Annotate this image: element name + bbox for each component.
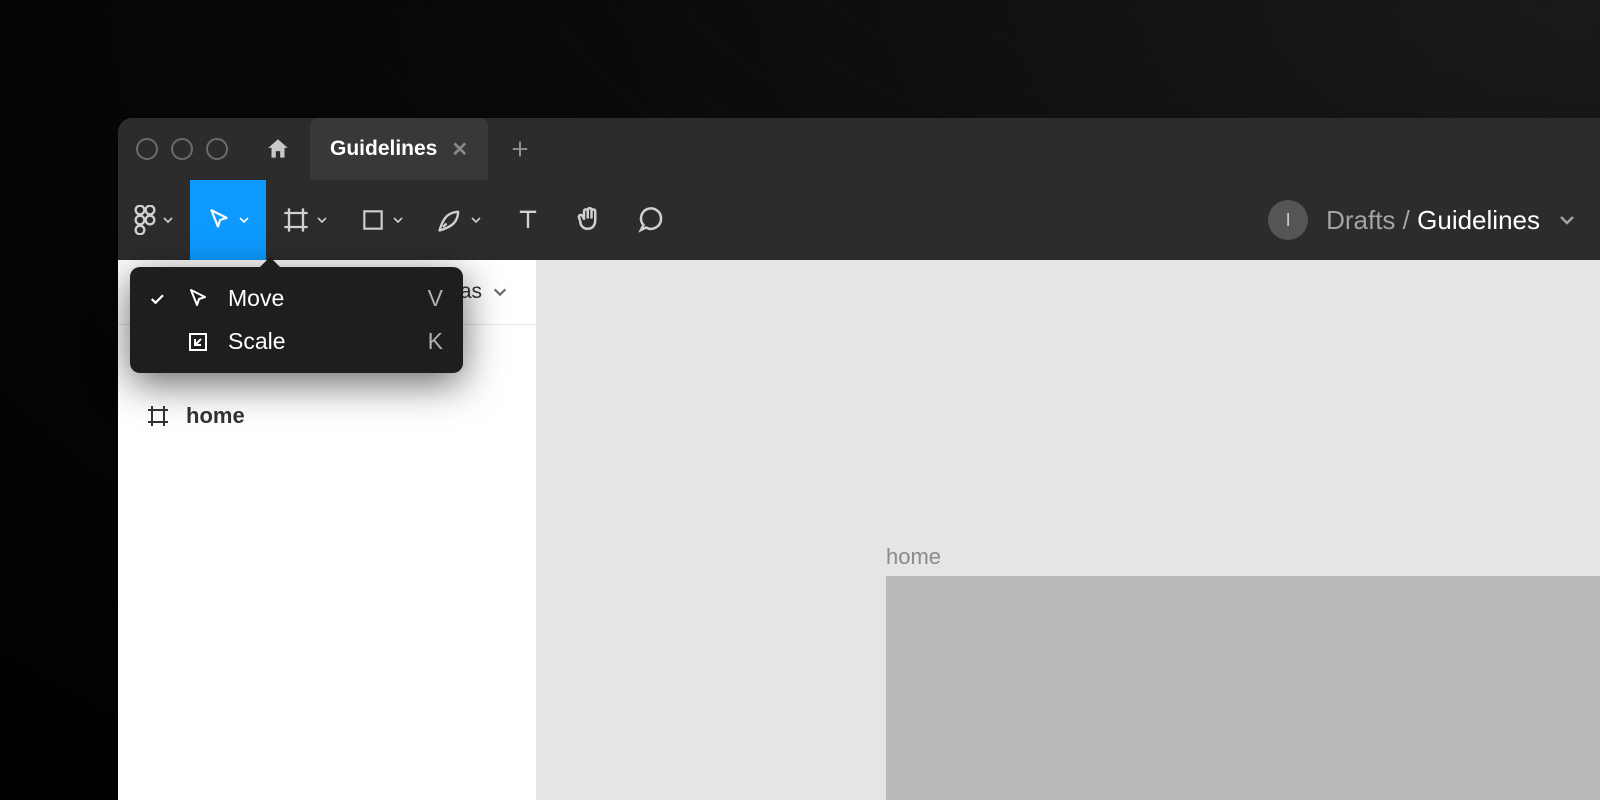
frame-tool-button[interactable] xyxy=(266,180,344,260)
move-icon xyxy=(206,207,232,233)
home-button[interactable] xyxy=(254,125,302,173)
dropdown-item-label: Scale xyxy=(228,328,412,355)
frame-icon xyxy=(282,206,310,234)
tab-close-icon[interactable]: ✕ xyxy=(451,137,468,162)
check-icon xyxy=(146,290,168,308)
chevron-down-icon xyxy=(316,214,328,226)
app-window: Guidelines ✕ xyxy=(118,118,1600,800)
plus-icon xyxy=(509,138,531,160)
layer-name: home xyxy=(186,403,245,429)
toolbar-right: I Drafts / Guidelines xyxy=(1268,180,1600,260)
layer-row[interactable]: home xyxy=(118,385,536,447)
breadcrumb-current: Guidelines xyxy=(1417,205,1540,235)
canvas[interactable]: home xyxy=(536,260,1600,800)
hand-tool-button[interactable] xyxy=(558,180,620,260)
frame-home[interactable] xyxy=(886,576,1600,800)
chevron-down-icon xyxy=(392,214,404,226)
move-tool-button[interactable] xyxy=(190,180,266,260)
chevron-down-icon[interactable] xyxy=(1558,211,1576,229)
dropdown-item-label: Move xyxy=(228,285,412,312)
avatar-initial: I xyxy=(1286,210,1291,231)
pen-tool-button[interactable] xyxy=(420,180,498,260)
dropdown-item-move[interactable]: Move V xyxy=(130,277,463,320)
chevron-down-icon xyxy=(238,214,250,226)
tab-label: Guidelines xyxy=(330,137,437,161)
dropdown-item-shortcut: V xyxy=(428,285,443,312)
breadcrumb-sep: / xyxy=(1403,205,1410,235)
chevron-down-icon xyxy=(492,284,508,300)
move-tool-dropdown: Move V Scale K xyxy=(130,267,463,373)
home-icon xyxy=(265,136,291,162)
toolbar: I Drafts / Guidelines xyxy=(118,180,1600,260)
dropdown-item-shortcut: K xyxy=(428,328,443,355)
breadcrumb[interactable]: Drafts / Guidelines xyxy=(1326,205,1540,236)
new-tab-button[interactable] xyxy=(496,125,544,173)
figma-logo-icon xyxy=(134,205,156,235)
text-tool-button[interactable] xyxy=(498,180,558,260)
scale-icon xyxy=(184,330,212,354)
chevron-down-icon xyxy=(162,214,174,226)
window-minimize-button[interactable] xyxy=(171,138,193,160)
pen-icon xyxy=(436,206,464,234)
window-controls xyxy=(136,138,228,160)
main-menu-button[interactable] xyxy=(118,180,190,260)
rectangle-icon xyxy=(360,207,386,233)
frame-icon xyxy=(146,404,170,428)
hand-icon xyxy=(574,205,604,235)
window-zoom-button[interactable] xyxy=(206,138,228,160)
shape-tool-button[interactable] xyxy=(344,180,420,260)
breadcrumb-parent: Drafts xyxy=(1326,205,1395,235)
avatar[interactable]: I xyxy=(1268,200,1308,240)
text-icon xyxy=(514,206,542,234)
frame-label[interactable]: home xyxy=(886,544,941,570)
dropdown-item-scale[interactable]: Scale K xyxy=(130,320,463,363)
window-close-button[interactable] xyxy=(136,138,158,160)
chevron-down-icon xyxy=(470,214,482,226)
comment-icon xyxy=(636,205,666,235)
tab-active[interactable]: Guidelines ✕ xyxy=(310,118,488,180)
move-icon xyxy=(184,287,212,311)
comment-tool-button[interactable] xyxy=(620,180,682,260)
tabbar: Guidelines ✕ xyxy=(118,118,1600,180)
